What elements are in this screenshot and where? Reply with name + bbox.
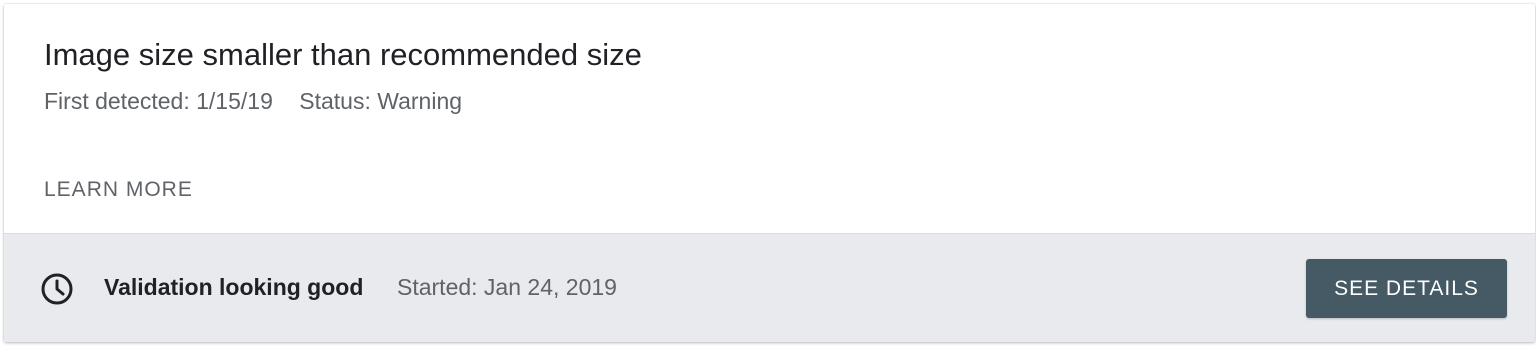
issue-header: Image size smaller than recommended size… xyxy=(4,4,1535,233)
validation-status-label: Validation looking good xyxy=(104,274,364,300)
validation-started-text: Started: Jan 24, 2019 xyxy=(397,274,617,300)
learn-more-link[interactable]: LEARN MORE xyxy=(44,178,193,202)
issue-card: Image size smaller than recommended size… xyxy=(4,4,1535,342)
validation-footer: Validation looking good Started: Jan 24,… xyxy=(4,233,1535,342)
see-details-button[interactable]: SEE DETAILS xyxy=(1306,259,1507,318)
first-detected-text: First detected: 1/15/19 xyxy=(44,88,273,114)
issue-meta: First detected: 1/15/19 Status: Warning xyxy=(44,88,462,115)
clock-icon xyxy=(41,273,73,305)
issue-title: Image size smaller than recommended size xyxy=(44,37,642,72)
status-text: Status: Warning xyxy=(299,88,463,114)
